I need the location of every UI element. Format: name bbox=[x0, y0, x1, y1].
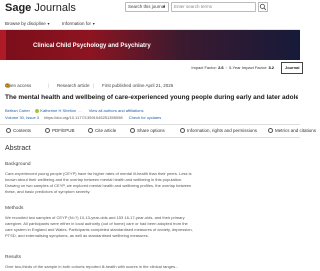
banner-stripe bbox=[0, 30, 6, 60]
issue-link[interactable]: Volume 30, Issue 3 bbox=[5, 115, 39, 120]
tab-contents[interactable]: Contents bbox=[6, 128, 31, 134]
doi-link[interactable]: https://doi.org/10.1177/1359104525135509… bbox=[44, 115, 122, 120]
methods-paragraph: We recruited two samples of CEYP (N=?) 1… bbox=[5, 215, 193, 238]
abstract-heading: Abstract bbox=[5, 145, 31, 152]
tab-metrics[interactable]: Metrics and citations bbox=[268, 128, 316, 134]
share-icon bbox=[130, 128, 135, 134]
site-header: Sage Journals Search this journal ▼ Ente… bbox=[0, 0, 300, 30]
tab-information-rights[interactable]: Information, rights and permissions bbox=[180, 128, 257, 134]
impact-factor-text: Impact Factor: 2.6 / 5-Year Impact Facto… bbox=[191, 65, 274, 70]
article-type: Research article bbox=[57, 83, 90, 88]
view-all-authors-link[interactable]: View all authors and affiliations bbox=[89, 108, 144, 113]
methods-heading: Methods bbox=[5, 206, 24, 211]
quote-icon bbox=[88, 128, 93, 134]
chevron-down-icon: ▼ bbox=[46, 22, 51, 26]
results-paragraph: Over two-thirds of the sample in both co… bbox=[5, 264, 179, 269]
results-heading: Results bbox=[5, 255, 21, 260]
chevron-down-icon: ▼ bbox=[162, 4, 166, 9]
search-scope-select[interactable]: Search this journal ▼ bbox=[125, 2, 169, 12]
metrics-icon bbox=[268, 128, 273, 134]
orcid-icon bbox=[35, 108, 40, 113]
impact-factor-row: Impact Factor: 2.6 / 5-Year Impact Facto… bbox=[0, 64, 300, 72]
list-icon bbox=[6, 128, 11, 134]
check-for-updates-link[interactable]: Check for updates bbox=[129, 115, 161, 120]
tab-cite-article[interactable]: Cite article bbox=[88, 128, 116, 134]
background-heading: Background bbox=[5, 162, 31, 167]
publish-date: First published online April 21, 2025 bbox=[102, 83, 174, 88]
search-button[interactable] bbox=[258, 2, 268, 12]
info-icon bbox=[180, 128, 185, 134]
article-tools-bar: Contents PDF/EPUB Cite article Share opt… bbox=[0, 124, 316, 138]
browse-by-discipline-menu[interactable]: Browse by discipline▼ bbox=[5, 21, 50, 26]
tab-share-options[interactable]: Share options bbox=[130, 128, 165, 134]
information-for-menu[interactable]: Information for▼ bbox=[62, 21, 95, 26]
divider: | bbox=[48, 83, 50, 88]
divider: | bbox=[93, 83, 95, 88]
author-link[interactable]: Bethan Carter bbox=[5, 108, 30, 113]
authors-row: Bethan Carter , Katherine H Shelton ... … bbox=[5, 108, 144, 113]
tab-pdf-epub[interactable]: PDF/EPUB bbox=[45, 128, 75, 134]
issue-info-row: Volume 30, Issue 3 https://doi.org/10.11… bbox=[5, 115, 161, 120]
background-paragraph: Care-experienced young people (CEYP) hav… bbox=[5, 171, 192, 194]
journal-banner: Clinical Child Psychology and Psychiatry bbox=[0, 30, 300, 60]
author-link[interactable]: Katherine H Shelton bbox=[35, 108, 76, 113]
more-authors[interactable]: ... bbox=[78, 108, 81, 113]
journal-menu-button[interactable]: Journal bbox=[281, 62, 303, 74]
search-input[interactable]: Enter search terms bbox=[171, 2, 256, 12]
chevron-down-icon: ▼ bbox=[92, 22, 96, 26]
article-title: The mental health and wellbeing of care-… bbox=[5, 94, 298, 101]
journal-title[interactable]: Clinical Child Psychology and Psychiatry bbox=[33, 43, 151, 49]
sage-journals-logo[interactable]: Sage Journals bbox=[5, 2, 76, 14]
pdf-icon bbox=[45, 128, 50, 134]
search-icon bbox=[259, 3, 267, 11]
